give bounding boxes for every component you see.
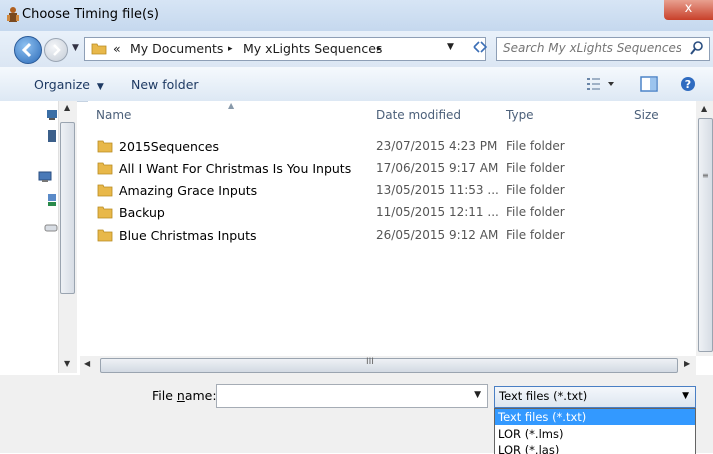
magnifier-icon[interactable]	[689, 40, 705, 56]
file-type: File folder	[506, 139, 565, 153]
folder-icon	[91, 43, 107, 55]
file-date: 26/05/2015 9:12 AM	[376, 228, 499, 242]
chevron-down-icon[interactable]: ▼	[474, 390, 481, 400]
file-name-label-suffix: ame:	[184, 388, 217, 403]
breadcrumb-separator[interactable]: ▸	[377, 44, 382, 54]
chevron-down-icon[interactable]: ▼	[682, 391, 689, 401]
scroll-up-arrow-icon[interactable]: ▲	[701, 104, 707, 113]
file-type-option[interactable]: Text files (*.txt)	[495, 409, 695, 425]
file-list-scroll-thumb[interactable]: ≡	[698, 118, 713, 352]
file-type: File folder	[506, 228, 565, 242]
file-type-option[interactable]: LOR (*.las)	[495, 442, 695, 454]
back-button[interactable]	[14, 36, 42, 64]
list-item[interactable]: Blue Christmas Inputs 26/05/2015 9:12 AM…	[94, 225, 565, 247]
file-date: 11/05/2015 12:11 ...	[376, 205, 499, 219]
drive-icon[interactable]	[44, 223, 58, 233]
file-type-select[interactable]: Text files (*.txt) ▼	[494, 386, 696, 408]
list-item[interactable]: Backup 11/05/2015 12:11 ... File folder	[94, 202, 565, 224]
file-type: File folder	[506, 161, 565, 175]
file-name: 2015Sequences	[119, 139, 219, 154]
scroll-right-arrow-icon[interactable]: ▶	[684, 359, 690, 368]
title-bar: Choose Timing file(s) x	[0, 0, 713, 31]
breadcrumb-my-documents[interactable]: My Documents	[130, 41, 223, 56]
column-header-date[interactable]: Date modified	[376, 108, 461, 122]
file-name: All I Want For Christmas Is You Inputs	[119, 161, 352, 176]
libraries-icon[interactable]	[46, 129, 58, 143]
breadcrumb-overflow[interactable]: «	[113, 41, 121, 56]
folder-icon	[97, 140, 113, 153]
computer-icon[interactable]	[38, 171, 52, 183]
desktop-icon[interactable]	[46, 109, 58, 121]
file-dialog: Choose Timing file(s) x ▼ « My Documents…	[0, 0, 713, 454]
navigation-scroll-thumb[interactable]	[60, 122, 75, 294]
column-header-size[interactable]: Size	[634, 108, 659, 122]
folder-icon	[97, 229, 113, 242]
breadcrumb-xlights-sequences[interactable]: My xLights Sequences	[243, 41, 382, 56]
breadcrumb-separator[interactable]: ▸	[228, 44, 233, 54]
refresh-button[interactable]	[468, 39, 492, 59]
chevron-down-icon: ▼	[93, 82, 104, 92]
file-name-label-accelerator: n	[176, 388, 185, 403]
address-dropdown-arrow[interactable]: ▼	[447, 42, 454, 52]
file-date: 17/06/2015 9:17 AM	[376, 161, 499, 175]
grip-icon: III	[366, 357, 374, 367]
file-name: Backup	[119, 205, 165, 220]
help-icon[interactable]: ?	[680, 76, 696, 92]
back-arrow-icon	[21, 42, 32, 58]
file-date: 13/05/2015 11:53 ...	[376, 183, 499, 197]
xlights-app-icon	[7, 7, 19, 22]
address-bar[interactable]: « My Documents ▸ My xLights Sequences ▸ …	[84, 37, 486, 61]
list-item[interactable]: Amazing Grace Inputs 13/05/2015 11:53 ..…	[94, 180, 565, 202]
close-button[interactable]: x	[664, 0, 713, 20]
organize-button[interactable]: Organize ▼	[34, 77, 104, 92]
column-header-type[interactable]: Type	[506, 108, 534, 122]
preview-pane-icon[interactable]	[640, 76, 658, 92]
folder-icon	[97, 162, 113, 175]
scroll-up-arrow-icon[interactable]: ▲	[64, 103, 70, 112]
list-item[interactable]: All I Want For Christmas Is You Inputs 1…	[94, 158, 565, 180]
new-folder-button[interactable]: New folder	[131, 77, 199, 92]
address-row: ▼ « My Documents ▸ My xLights Sequences …	[0, 31, 713, 67]
file-name-combo: ▼	[216, 384, 488, 408]
command-bar: Organize ▼ New folder ?	[0, 67, 713, 102]
search-input[interactable]	[503, 40, 681, 56]
file-name-input[interactable]	[221, 387, 461, 403]
sort-indicator-icon: ▲	[228, 101, 235, 110]
horizontal-scroll-thumb[interactable]	[100, 358, 678, 373]
scroll-left-arrow-icon[interactable]: ◀	[84, 359, 90, 368]
organize-label: Organize	[34, 77, 90, 92]
file-name-label-prefix: File	[152, 388, 177, 403]
close-icon: x	[684, 1, 693, 16]
file-date: 23/07/2015 4:23 PM	[376, 139, 498, 153]
file-type-option[interactable]: LOR (*.lms)	[495, 426, 695, 442]
folder-icon	[97, 184, 113, 197]
refresh-icon	[473, 41, 488, 53]
column-header-name[interactable]: Name	[96, 108, 131, 122]
forward-button[interactable]	[44, 38, 68, 62]
file-type: File folder	[506, 205, 565, 219]
file-name: Blue Christmas Inputs	[119, 228, 257, 243]
file-name: Amazing Grace Inputs	[119, 183, 258, 198]
window-title: Choose Timing file(s)	[22, 7, 159, 22]
file-name-label: File name:	[152, 388, 217, 403]
file-type-dropdown-list: Text files (*.txt) LOR (*.lms) LOR (*.la…	[494, 408, 696, 454]
file-type: File folder	[506, 183, 565, 197]
search-box	[496, 37, 710, 61]
folder-icon	[97, 206, 113, 219]
file-type-selected: Text files (*.txt)	[499, 389, 588, 403]
forward-arrow-icon	[53, 44, 61, 56]
list-item[interactable]: 2015Sequences 23/07/2015 4:23 PM File fo…	[94, 136, 565, 158]
view-options-icon[interactable]	[586, 76, 616, 92]
svg-text:?: ?	[685, 78, 691, 91]
recent-locations-dropdown[interactable]: ▼	[72, 43, 79, 53]
grip-icon: ≡	[702, 171, 709, 180]
scroll-down-arrow-icon[interactable]: ▼	[64, 359, 70, 368]
network-icon[interactable]	[46, 193, 58, 207]
